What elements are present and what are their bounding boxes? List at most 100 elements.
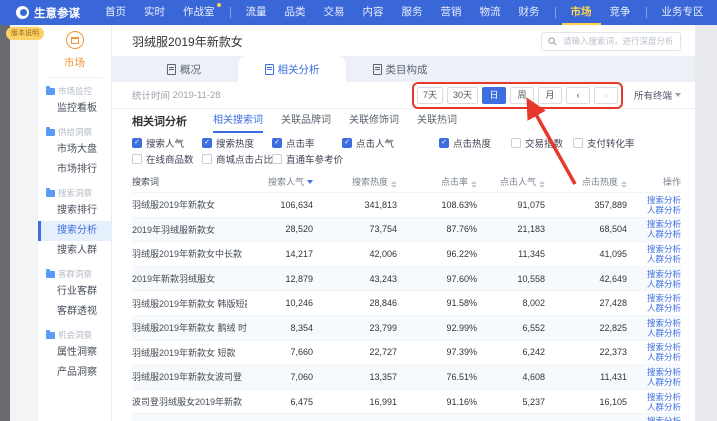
- checkbox-unchecked-icon[interactable]: [511, 138, 521, 148]
- audience-analysis-link[interactable]: 人群分析: [627, 254, 681, 264]
- brand[interactable]: 生意参谋: [16, 5, 80, 21]
- sidebar-group-label: 供给洞察: [58, 126, 92, 138]
- audience-analysis-link[interactable]: 人群分析: [627, 279, 681, 289]
- sidebar-item-monitor-dashboard[interactable]: 监控看板: [38, 99, 111, 119]
- sidebar-item-search-ranking[interactable]: 搜索排行: [38, 201, 111, 221]
- sidebar-group-opportunity-insight: 机会洞察: [38, 322, 111, 343]
- sidebar-item-search-analysis[interactable]: 搜索分析: [38, 221, 111, 241]
- audience-analysis-link[interactable]: 人群分析: [627, 352, 681, 362]
- column-label: 搜索词: [132, 177, 159, 187]
- period-day[interactable]: 日: [482, 87, 506, 104]
- value-cell: 10,246: [247, 298, 313, 308]
- subtab-related-modifier-words[interactable]: 关联修饰词: [349, 109, 399, 133]
- period-week[interactable]: 周: [510, 87, 534, 104]
- metric-search-heat[interactable]: ✓搜索热度: [202, 136, 272, 150]
- metric-online-products[interactable]: 在线商品数: [132, 152, 202, 166]
- nav-item-category[interactable]: 品类: [276, 0, 315, 25]
- metric-trade-index[interactable]: 交易指数: [511, 136, 573, 150]
- sidebar-group-market-monitor: 市场监控: [38, 78, 111, 99]
- search-analysis-link[interactable]: 搜索分析: [627, 195, 681, 205]
- search-analysis-link[interactable]: 搜索分析: [627, 342, 681, 352]
- subtab-related-search-words[interactable]: 相关搜索词: [213, 109, 263, 133]
- column-header-search-heat[interactable]: 搜索热度: [313, 175, 397, 188]
- value-cell: 10,558: [477, 274, 545, 284]
- search-box[interactable]: [541, 32, 681, 51]
- tab-related-analysis[interactable]: 相关分析: [238, 56, 346, 82]
- sidebar-item-attribute-insight[interactable]: 属性洞察: [38, 343, 111, 363]
- search-analysis-link[interactable]: 搜索分析: [627, 269, 681, 279]
- sidebar-item-search-audience[interactable]: 搜索人群: [38, 241, 111, 261]
- audience-analysis-link[interactable]: 人群分析: [627, 377, 681, 387]
- sidebar-item-product-insight[interactable]: 产品洞察: [38, 363, 111, 383]
- search-analysis-link[interactable]: 搜索分析: [627, 293, 681, 303]
- document-icon: [167, 64, 176, 75]
- keyword-cell: 2019年羽绒服新款女: [132, 223, 247, 236]
- period-month[interactable]: 月: [538, 87, 562, 104]
- search-analysis-link[interactable]: 搜索分析: [627, 367, 681, 377]
- search-analysis-link[interactable]: 搜索分析: [627, 318, 681, 328]
- value-cell: 91,075: [477, 200, 545, 210]
- tab-overview[interactable]: 概况: [130, 56, 238, 82]
- sidebar-item-industry-customer[interactable]: 行业客群: [38, 282, 111, 302]
- column-header-click-rate[interactable]: 点击率: [397, 175, 477, 188]
- tab-category-composition[interactable]: 类目构成: [346, 56, 454, 82]
- nav-item-war-room[interactable]: 作战室: [174, 0, 224, 25]
- terminal-dropdown[interactable]: 所有终端: [634, 88, 681, 102]
- nav-item-content[interactable]: 内容: [354, 0, 393, 25]
- checkbox-checked-icon[interactable]: ✓: [342, 138, 352, 148]
- column-header-click-heat[interactable]: 点击热度: [545, 175, 627, 188]
- checkbox-unchecked-icon[interactable]: [202, 154, 212, 164]
- audience-analysis-link[interactable]: 人群分析: [627, 303, 681, 313]
- prev-button[interactable]: ‹: [566, 87, 590, 104]
- section-row: 相关词分析 相关搜索词关联品牌词关联修饰词关联热词: [112, 109, 695, 133]
- period-7d[interactable]: 7天: [417, 87, 443, 104]
- metric-search-popularity[interactable]: ✓搜索人气: [132, 136, 202, 150]
- search-analysis-link[interactable]: 搜索分析: [627, 416, 681, 421]
- nav-item-marketing[interactable]: 营销: [432, 0, 471, 25]
- column-header-search-popularity[interactable]: 搜索人气: [247, 175, 313, 188]
- search-analysis-link[interactable]: 搜索分析: [627, 219, 681, 229]
- nav-item-trade[interactable]: 交易: [315, 0, 354, 25]
- search-analysis-link[interactable]: 搜索分析: [627, 244, 681, 254]
- nav-item-business-zone[interactable]: 业务专区: [653, 0, 713, 25]
- table-row: 2019年新款羽绒服女12,87943,24397.60%10,55842,64…: [132, 266, 681, 291]
- nav-item-service[interactable]: 服务: [393, 0, 432, 25]
- metric-click-rate[interactable]: ✓点击率: [272, 136, 342, 150]
- nav-item-finance[interactable]: 财务: [510, 0, 549, 25]
- checkbox-checked-icon[interactable]: ✓: [202, 138, 212, 148]
- audience-analysis-link[interactable]: 人群分析: [627, 205, 681, 215]
- search-analysis-link[interactable]: 搜索分析: [627, 392, 681, 402]
- nav-item-realtime[interactable]: 实时: [135, 0, 174, 25]
- sidebar-item-market-overview[interactable]: 市场大盘: [38, 140, 111, 160]
- checkbox-checked-icon[interactable]: ✓: [132, 138, 142, 148]
- checkbox-unchecked-icon[interactable]: [132, 154, 142, 164]
- metric-mall-click-share[interactable]: 商城点击占比: [202, 152, 272, 166]
- nav-item-competition[interactable]: 竞争: [601, 0, 640, 25]
- nav-item-logistics[interactable]: 物流: [471, 0, 510, 25]
- value-cell: 27,428: [545, 298, 627, 308]
- subtab-related-hot-words[interactable]: 关联热词: [417, 109, 457, 133]
- next-button[interactable]: ›: [594, 87, 618, 104]
- audience-analysis-link[interactable]: 人群分析: [627, 328, 681, 338]
- metric-click-popularity[interactable]: ✓点击人气: [342, 136, 439, 150]
- nav-item-traffic[interactable]: 流量: [237, 0, 276, 25]
- period-30d[interactable]: 30天: [447, 87, 478, 104]
- metric-pay-conversion[interactable]: 支付转化率: [573, 136, 643, 150]
- nav-item-market[interactable]: 市场: [562, 0, 601, 25]
- sidebar-item-market-ranking[interactable]: 市场排行: [38, 160, 111, 180]
- audience-analysis-link[interactable]: 人群分析: [627, 402, 681, 412]
- version-badge[interactable]: 版本说明: [6, 27, 44, 40]
- checkbox-unchecked-icon[interactable]: [573, 138, 583, 148]
- audience-analysis-link[interactable]: 人群分析: [627, 229, 681, 239]
- column-header-click-popularity[interactable]: 点击人气: [477, 175, 545, 188]
- sidebar-item-customer-perspective[interactable]: 客群透视: [38, 302, 111, 322]
- search-input[interactable]: [561, 35, 674, 47]
- nav-item-home[interactable]: 首页: [96, 0, 135, 25]
- checkbox-checked-icon[interactable]: ✓: [272, 138, 282, 148]
- checkbox-checked-icon[interactable]: ✓: [439, 138, 449, 148]
- checkbox-unchecked-icon[interactable]: [272, 154, 282, 164]
- subtab-related-brand-words[interactable]: 关联品牌词: [281, 109, 331, 133]
- metric-click-heat[interactable]: ✓点击热度: [439, 136, 511, 150]
- metric-express-train-price[interactable]: 直通车参考价: [272, 152, 342, 166]
- column-label: 点击率: [441, 177, 468, 187]
